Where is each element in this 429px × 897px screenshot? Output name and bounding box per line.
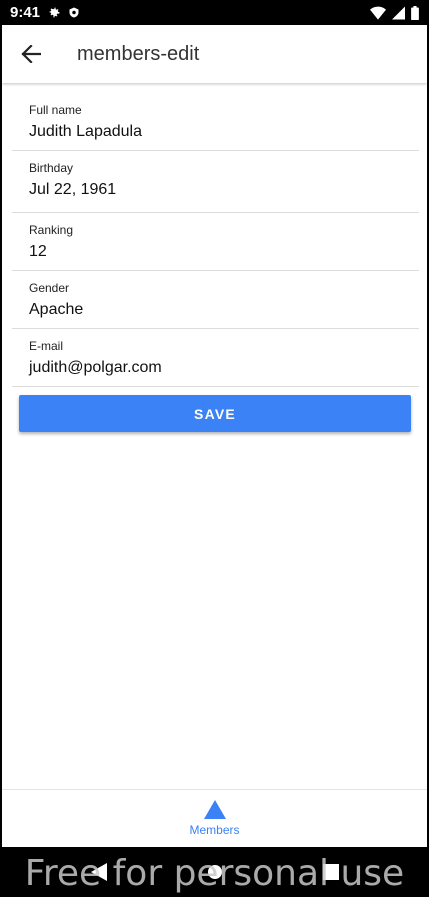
signal-icon bbox=[392, 6, 405, 19]
shield-icon bbox=[69, 7, 79, 18]
full-name-label: Full name bbox=[29, 103, 82, 117]
back-triangle-icon[interactable] bbox=[90, 863, 107, 881]
bottom-nav: Members bbox=[2, 789, 427, 847]
page-title: members-edit bbox=[77, 42, 200, 65]
nav-item-members[interactable]: Members bbox=[189, 823, 239, 837]
gender-field[interactable]: Gender Apache bbox=[12, 271, 419, 329]
birthday-field[interactable]: Birthday Jul 22, 1961 bbox=[12, 151, 419, 213]
recents-square-icon[interactable] bbox=[322, 864, 339, 880]
email-value[interactable]: judith@polgar.com bbox=[29, 358, 419, 378]
status-time: 9:41 bbox=[10, 4, 41, 21]
status-bar: 9:41 bbox=[0, 0, 429, 25]
settings-icon bbox=[49, 7, 60, 18]
app-bar: members-edit bbox=[2, 25, 427, 83]
member-form: Full name Judith Lapadula Birthday Jul 2… bbox=[12, 93, 419, 387]
gender-label: Gender bbox=[29, 281, 70, 295]
ranking-label: Ranking bbox=[29, 223, 74, 237]
wifi-icon bbox=[370, 6, 386, 20]
arrow-left-icon bbox=[21, 45, 41, 63]
triangle-icon[interactable] bbox=[203, 800, 226, 819]
home-circle-icon[interactable] bbox=[207, 864, 223, 880]
gender-value[interactable]: Apache bbox=[29, 300, 419, 320]
save-button[interactable]: SAVE bbox=[19, 395, 411, 432]
system-nav-bar bbox=[0, 847, 429, 897]
full-name-value[interactable]: Judith Lapadula bbox=[29, 122, 419, 142]
email-label: E-mail bbox=[29, 339, 64, 353]
email-field[interactable]: E-mail judith@polgar.com bbox=[12, 329, 419, 387]
birthday-label: Birthday bbox=[29, 161, 74, 175]
birthday-value[interactable]: Jul 22, 1961 bbox=[29, 180, 419, 200]
full-name-field[interactable]: Full name Judith Lapadula bbox=[12, 93, 419, 151]
ranking-field[interactable]: Ranking 12 bbox=[12, 213, 419, 271]
battery-icon bbox=[411, 5, 419, 20]
ranking-value[interactable]: 12 bbox=[29, 242, 419, 262]
back-button[interactable] bbox=[2, 25, 60, 83]
screen: members-edit Full name Judith Lapadula B… bbox=[2, 25, 427, 847]
